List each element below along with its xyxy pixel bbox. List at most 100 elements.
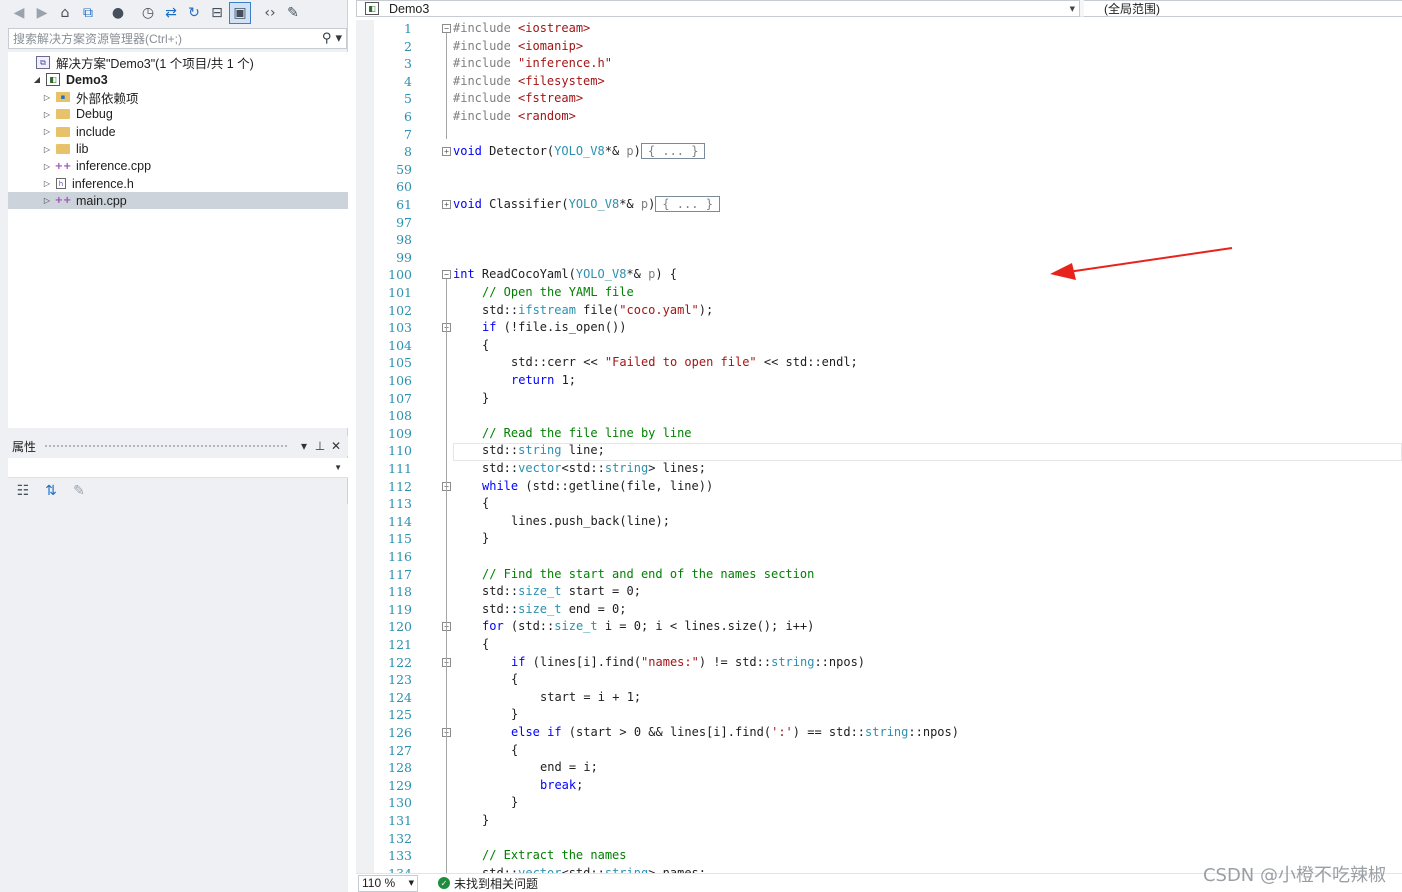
- collapsed-arrow-icon[interactable]: ▷: [42, 196, 52, 205]
- code-area[interactable]: 1− #include <iostream> 2 #include <iomanip>…: [356, 20, 1402, 873]
- folder-icon: [56, 126, 70, 137]
- code-line: 119 std::size_t end = 0;: [356, 601, 1402, 619]
- code-token: YOLO_V8: [554, 144, 605, 159]
- tree-item[interactable]: ▷ ++ inference.cpp: [8, 158, 348, 175]
- solution-explorer-search[interactable]: 搜索解决方案资源管理器(Ctrl+;) ⚲ ▾: [8, 28, 347, 49]
- collapsed-arrow-icon[interactable]: ▷: [42, 110, 52, 119]
- code-text: break;: [540, 777, 583, 795]
- home-icon[interactable]: ⌂: [54, 2, 76, 24]
- code-token: }: [511, 707, 519, 722]
- code-text: for (std::size_t i = 0; i < lines.size()…: [482, 618, 814, 636]
- collapse-icon[interactable]: −: [442, 24, 451, 33]
- code-token: ): [633, 144, 641, 159]
- close-icon[interactable]: ✕: [328, 439, 344, 453]
- search-input[interactable]: 搜索解决方案资源管理器(Ctrl+;): [13, 30, 182, 47]
- switch-views-icon[interactable]: ⧉: [77, 2, 99, 24]
- search-icon[interactable]: ⚲ ▾: [322, 31, 342, 46]
- code-editor: ◧ Demo3 ▼ (全局范围) 1− #include <iostream> 2 #…: [356, 0, 1402, 892]
- code-line: 2 #include <iomanip>: [356, 38, 1402, 56]
- show-all-files-icon[interactable]: ●: [107, 2, 129, 24]
- wrench-icon[interactable]: ✎: [282, 2, 304, 24]
- code-line: 6 #include <random>: [356, 108, 1402, 126]
- collapsed-arrow-icon[interactable]: ▷: [42, 127, 52, 136]
- code-token: > lines;: [648, 461, 706, 475]
- code-text: std::size_t end = 0;: [482, 601, 627, 619]
- collapsed-region[interactable]: { ... }: [655, 196, 720, 212]
- tree-item[interactable]: ▷ ++ main.cpp: [8, 192, 348, 210]
- preview-selected-icon[interactable]: ▣: [229, 2, 251, 24]
- code-line: 100 − int ReadCocoYaml(YOLO_V8*& p) {: [356, 266, 1402, 284]
- expanded-arrow-icon[interactable]: ◢: [32, 75, 42, 84]
- code-token: #include: [453, 109, 519, 123]
- expand-icon[interactable]: +: [442, 200, 451, 209]
- code-token: end = 0;: [561, 601, 627, 616]
- pending-changes-icon[interactable]: ◷: [137, 2, 159, 24]
- code-line: 124 start = i + 1;: [356, 689, 1402, 707]
- code-line: 5 #include <fstream>: [356, 90, 1402, 108]
- issues-indicator[interactable]: ✓ 未找到相关问题: [438, 875, 538, 892]
- solution-icon: ⧉: [36, 56, 50, 69]
- code-text: #include <fstream>: [453, 90, 583, 108]
- line-number: 130: [388, 795, 412, 811]
- code-text: end = i;: [540, 759, 598, 777]
- code-line: 128 end = i;: [356, 759, 1402, 777]
- sync-icon[interactable]: ⇄: [160, 2, 182, 24]
- code-token: // Open the YAML file: [482, 285, 634, 299]
- code-text: else if (start > 0 && lines[i].find(':')…: [511, 724, 959, 742]
- tree-item[interactable]: ◢ ◧ Demo3: [8, 71, 348, 88]
- property-pages-icon[interactable]: ✎: [68, 480, 90, 502]
- collapse-icon[interactable]: −: [442, 270, 451, 280]
- code-token: ;: [576, 777, 584, 792]
- line-number: 114: [388, 513, 412, 529]
- properties-title: 属性: [12, 439, 37, 454]
- line-number: 116: [388, 549, 412, 564]
- code-text: std::size_t start = 0;: [482, 583, 641, 601]
- code-text: }: [482, 390, 489, 408]
- back-icon[interactable]: ◀: [8, 2, 30, 24]
- line-number: 133: [388, 848, 412, 864]
- dropdown-icon[interactable]: ▾: [296, 439, 312, 453]
- code-line: 7: [356, 126, 1402, 144]
- expand-icon[interactable]: +: [442, 147, 451, 157]
- properties-toolbar: ☷ ⇅ ✎: [8, 480, 348, 502]
- line-number: 132: [388, 830, 412, 846]
- tree-item[interactable]: ▷ lib: [8, 141, 348, 158]
- project-dropdown[interactable]: ◧ Demo3 ▼: [356, 0, 1080, 17]
- fold-guide: [446, 279, 447, 873]
- tree-item[interactable]: ▷ h inference.h: [8, 175, 348, 192]
- folder-icon: [56, 144, 70, 154]
- arrow-head: [1050, 263, 1076, 280]
- code-token: (std::getline(file, line)): [518, 478, 714, 493]
- tree-item[interactable]: ⧉ 解决方案"Demo3"(1 个项目/共 1 个): [8, 54, 348, 71]
- line-number: 100: [388, 267, 412, 283]
- refresh-icon[interactable]: ↻: [183, 2, 205, 24]
- code-line: 116: [356, 548, 1402, 566]
- code-token: for: [482, 619, 504, 634]
- collapsed-arrow-icon[interactable]: ▷: [42, 145, 52, 154]
- folder-icon: [56, 109, 70, 120]
- collapsed-region[interactable]: { ... }: [640, 143, 706, 160]
- categorized-icon[interactable]: ☷: [12, 480, 34, 502]
- line-number: 101: [388, 285, 412, 300]
- scope-dropdown[interactable]: (全局范围): [1084, 0, 1402, 17]
- code-token: string: [604, 461, 649, 475]
- collapsed-arrow-icon[interactable]: ▷: [42, 179, 52, 188]
- pin-icon[interactable]: ⊥: [312, 439, 328, 453]
- collapse-all-icon[interactable]: ⊟: [206, 2, 228, 24]
- drag-grip[interactable]: [44, 443, 288, 449]
- forward-icon[interactable]: ▶: [31, 2, 53, 24]
- collapsed-arrow-icon[interactable]: ▷: [42, 93, 52, 102]
- alphabetical-icon[interactable]: ⇅: [40, 480, 62, 502]
- code-token: while: [482, 478, 519, 493]
- code-line: 97: [356, 214, 1402, 232]
- properties-object-select[interactable]: ▼: [8, 458, 348, 478]
- tree-item[interactable]: ▷ Debug: [8, 106, 348, 123]
- tree-item[interactable]: ▷ include: [8, 123, 348, 140]
- zoom-dropdown[interactable]: 110 % ▼: [358, 874, 418, 892]
- collapsed-arrow-icon[interactable]: ▷: [42, 162, 52, 171]
- code-text: std::cerr << "Failed to open file" << st…: [511, 354, 858, 372]
- tree-item[interactable]: ▷ ▪ 外部依赖项: [8, 89, 348, 106]
- solution-explorer-pane: ◀ ▶ ⌂ ⧉ ● ◷ ⇄ ↻ ⊟ ▣ ‹› ✎ 搜索解决方案资源管理器(Ctr…: [0, 0, 348, 892]
- code-view-icon[interactable]: ‹›: [259, 2, 281, 24]
- code-text: void Detector(YOLO_V8*& p){ ... }: [453, 143, 706, 161]
